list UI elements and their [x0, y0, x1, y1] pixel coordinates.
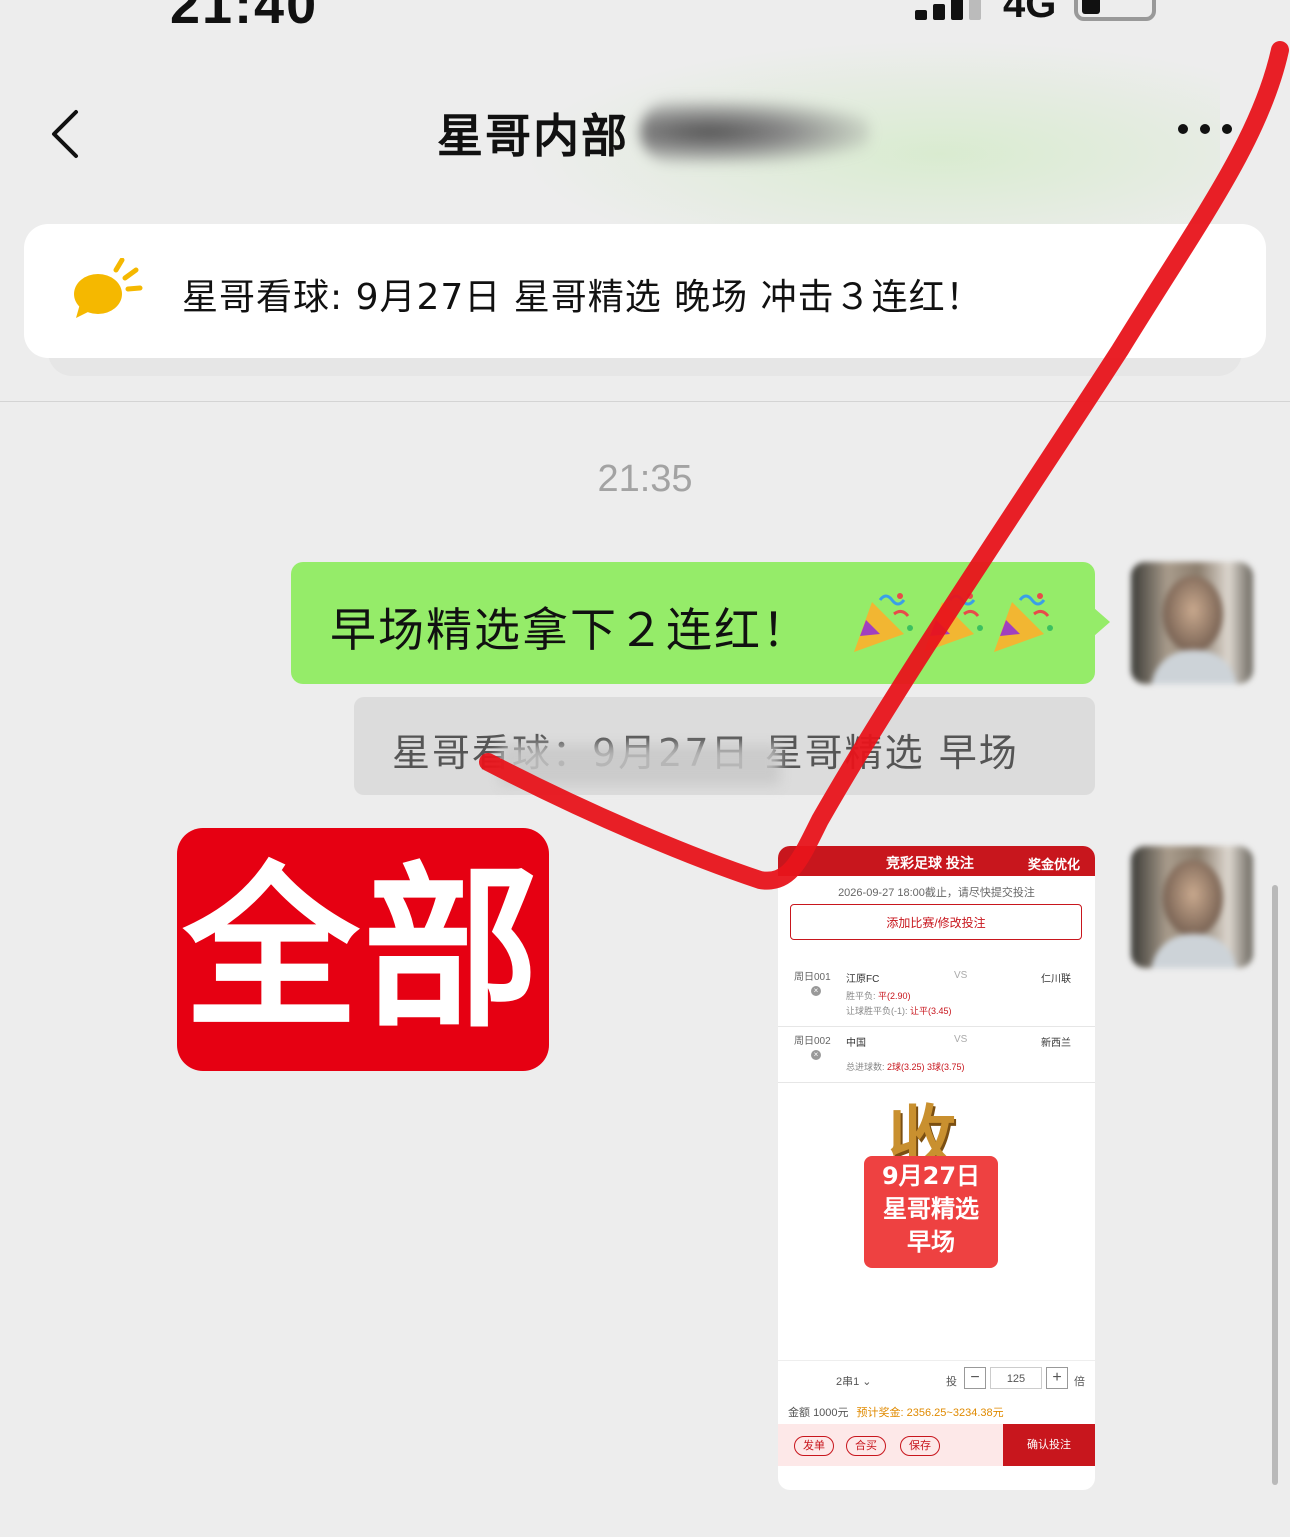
status-indicators: 4G: [915, 0, 1157, 27]
away-team: 新西兰: [1041, 1038, 1071, 1049]
remove-icon: ×: [811, 1050, 821, 1060]
multiplier-label: 倍: [1074, 1376, 1085, 1388]
minus-icon: −: [964, 1367, 986, 1389]
sticker-text: 全部: [182, 846, 543, 1052]
bubble-tail: [1094, 608, 1110, 636]
match-id: 周日001: [794, 972, 831, 983]
slip-title: 竞彩足球 投注: [886, 855, 974, 871]
parlay-select: 2串1 ⌄: [836, 1376, 872, 1388]
announcement-text: 星哥看球: 9月27日 星哥精选 晚场 冲击３连红！: [182, 277, 983, 318]
plus-icon: +: [1046, 1367, 1068, 1389]
label-card: 9月27日 星哥精选 早场: [864, 1156, 998, 1268]
bet-line: 胜平负: 平(2.90): [846, 991, 911, 1001]
sticker-image[interactable]: 全部: [177, 828, 549, 1071]
multiplier-value: 125: [990, 1367, 1042, 1389]
message-timestamp: 21:35: [597, 458, 693, 500]
bet-label: 投: [946, 1376, 957, 1388]
redacted-title-suffix: [640, 100, 870, 164]
scrollbar[interactable]: [1272, 885, 1278, 1485]
party-popper-icon: [924, 593, 983, 652]
bet-slip-image[interactable]: 竞彩足球 投注 奖金优化 2026-09-27 18:00截止，请尽快提交投注 …: [778, 846, 1095, 1490]
more-options-icon[interactable]: [1178, 124, 1232, 134]
match-id: 周日002: [794, 1036, 831, 1047]
slip-header: 竞彩足球 投注 奖金优化: [778, 846, 1095, 876]
chat-title: 星哥内部: [437, 109, 629, 163]
action-pill: 发单: [794, 1436, 834, 1456]
action-pill: 保存: [900, 1436, 940, 1456]
confirm-bet-button: 确认投注: [1003, 1424, 1095, 1466]
away-team: 仁川联: [1041, 974, 1071, 985]
add-match-button: 添加比赛/修改投注: [790, 904, 1082, 940]
avatar[interactable]: [1131, 562, 1253, 684]
party-popper-icon: [854, 593, 913, 652]
bet-line: 总进球数: 2球(3.25) 3球(3.75): [846, 1062, 965, 1072]
card-line: 9月27日: [881, 1162, 981, 1190]
slip-optimize-label: 奖金优化: [1028, 857, 1081, 872]
vs-label: VS: [954, 970, 968, 981]
remove-icon: ×: [811, 986, 821, 996]
card-line: 早场: [907, 1228, 955, 1256]
action-pill: 合买: [846, 1436, 886, 1456]
message-text: 早场精选拿下２连红！: [330, 603, 810, 657]
redaction-blur: [500, 745, 780, 785]
home-team: 江原FC: [846, 974, 880, 985]
card-line: 星哥精选: [883, 1195, 979, 1223]
signal-icon: [915, 0, 985, 20]
slip-deadline: 2026-09-27 18:00截止，请尽快提交投注: [838, 887, 1035, 899]
vs-label: VS: [954, 1034, 968, 1045]
amount-line: 金额 1000元 预计奖金: 2356.25~3234.38元: [788, 1407, 1004, 1419]
home-team: 中国: [846, 1038, 866, 1049]
back-arrow-icon[interactable]: [48, 108, 96, 160]
slip-controls: 2串1 ⌄ 投 − 125 + 倍: [778, 1360, 1095, 1398]
battery-icon: [1074, 0, 1157, 21]
divider: [778, 1026, 1095, 1027]
status-time: 21:40: [170, 0, 319, 35]
avatar[interactable]: [1131, 846, 1253, 968]
bet-line: 让球胜平负(-1): 让平(3.45): [846, 1006, 952, 1016]
speech-bubble-icon: [74, 258, 143, 318]
divider: [0, 401, 1290, 402]
network-label: 4G: [1003, 0, 1057, 26]
party-popper-icon: [994, 593, 1053, 652]
